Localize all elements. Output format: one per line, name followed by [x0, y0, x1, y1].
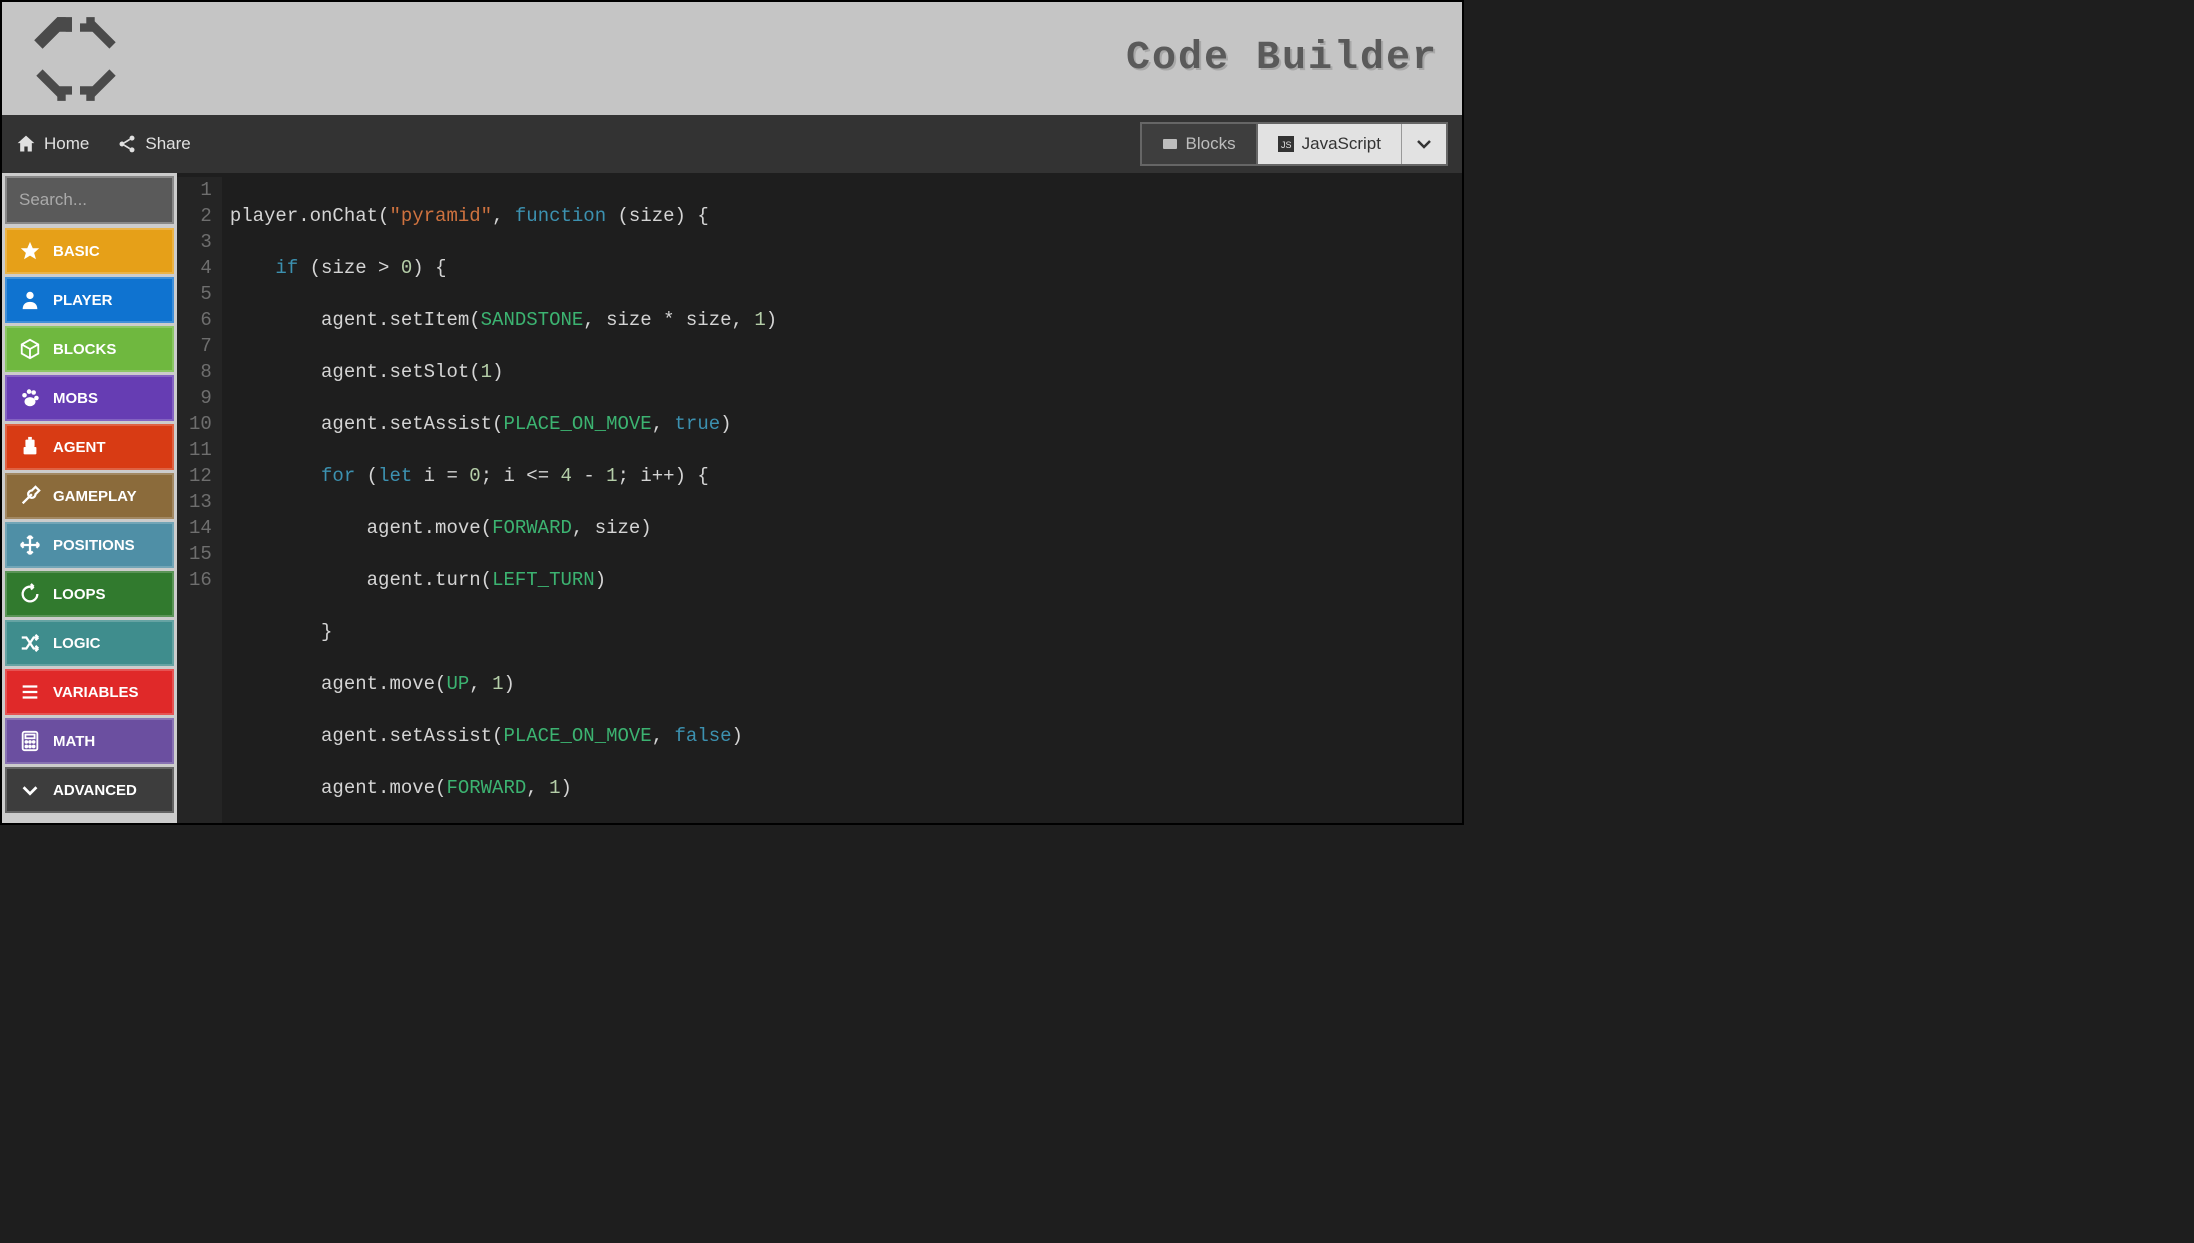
calculator-icon — [19, 730, 41, 752]
category-agent[interactable]: AGENT — [5, 424, 174, 470]
category-logic[interactable]: LOGIC — [5, 620, 174, 666]
category-label: LOOPS — [53, 586, 106, 603]
blocks-tab[interactable]: Blocks — [1142, 124, 1258, 164]
star-icon — [19, 240, 41, 262]
blocks-label: Blocks — [1186, 134, 1236, 154]
robot-icon — [19, 436, 41, 458]
category-label: MATH — [53, 733, 95, 750]
chevron-down-icon — [19, 779, 41, 801]
category-advanced[interactable]: ADVANCED — [5, 767, 174, 813]
category-label: BASIC — [53, 243, 100, 260]
share-button[interactable]: Share — [117, 134, 190, 154]
list-icon — [19, 681, 41, 703]
chevron-down-icon — [1416, 139, 1432, 149]
category-label: VARIABLES — [53, 684, 139, 701]
js-icon: JS — [1278, 136, 1294, 152]
paw-icon — [19, 387, 41, 409]
category-variables[interactable]: VARIABLES — [5, 669, 174, 715]
code-content[interactable]: player.onChat("pyramid", function (size)… — [222, 177, 846, 823]
category-sidebar: BASIC PLAYER BLOCKS MOBS AGENT GAMEPLAY … — [2, 173, 177, 823]
app-header: Code Builder — [2, 2, 1462, 115]
category-label: GAMEPLAY — [53, 488, 137, 505]
category-label: MOBS — [53, 390, 98, 407]
javascript-label: JavaScript — [1302, 134, 1381, 154]
category-player[interactable]: PLAYER — [5, 277, 174, 323]
category-label: ADVANCED — [53, 782, 137, 799]
home-button[interactable]: Home — [16, 134, 89, 154]
category-loops[interactable]: LOOPS — [5, 571, 174, 617]
wrench-icon — [19, 485, 41, 507]
search-input[interactable] — [19, 190, 177, 210]
category-basic[interactable]: BASIC — [5, 228, 174, 274]
category-gameplay[interactable]: GAMEPLAY — [5, 473, 174, 519]
shuffle-icon — [19, 632, 41, 654]
share-label: Share — [145, 134, 190, 154]
cube-icon — [19, 338, 41, 360]
move-icon — [19, 534, 41, 556]
category-label: POSITIONS — [53, 537, 135, 554]
line-gutter: 12345678910111213141516 — [177, 177, 222, 823]
category-label: LOGIC — [53, 635, 101, 652]
main-area: BASIC PLAYER BLOCKS MOBS AGENT GAMEPLAY … — [2, 173, 1462, 823]
category-label: AGENT — [53, 439, 106, 456]
home-label: Home — [44, 134, 89, 154]
svg-text:JS: JS — [1281, 140, 1292, 150]
search-box[interactable] — [5, 176, 174, 224]
fullscreen-exit-icon[interactable] — [26, 14, 126, 104]
category-mobs[interactable]: MOBS — [5, 375, 174, 421]
language-dropdown[interactable] — [1401, 124, 1446, 164]
refresh-icon — [19, 583, 41, 605]
blocks-icon — [1162, 136, 1178, 152]
category-label: PLAYER — [53, 292, 112, 309]
category-positions[interactable]: POSITIONS — [5, 522, 174, 568]
editor-mode-toggle: Blocks JS JavaScript — [1140, 122, 1448, 166]
toolbar: Home Share Blocks JS JavaScript — [2, 115, 1462, 173]
category-blocks[interactable]: BLOCKS — [5, 326, 174, 372]
category-label: BLOCKS — [53, 341, 116, 358]
home-icon — [16, 134, 36, 154]
javascript-tab[interactable]: JS JavaScript — [1258, 124, 1401, 164]
category-math[interactable]: MATH — [5, 718, 174, 764]
code-editor[interactable]: 12345678910111213141516 player.onChat("p… — [177, 173, 1462, 823]
app-title: Code Builder — [1126, 36, 1448, 81]
share-icon — [117, 134, 137, 154]
person-icon — [19, 289, 41, 311]
